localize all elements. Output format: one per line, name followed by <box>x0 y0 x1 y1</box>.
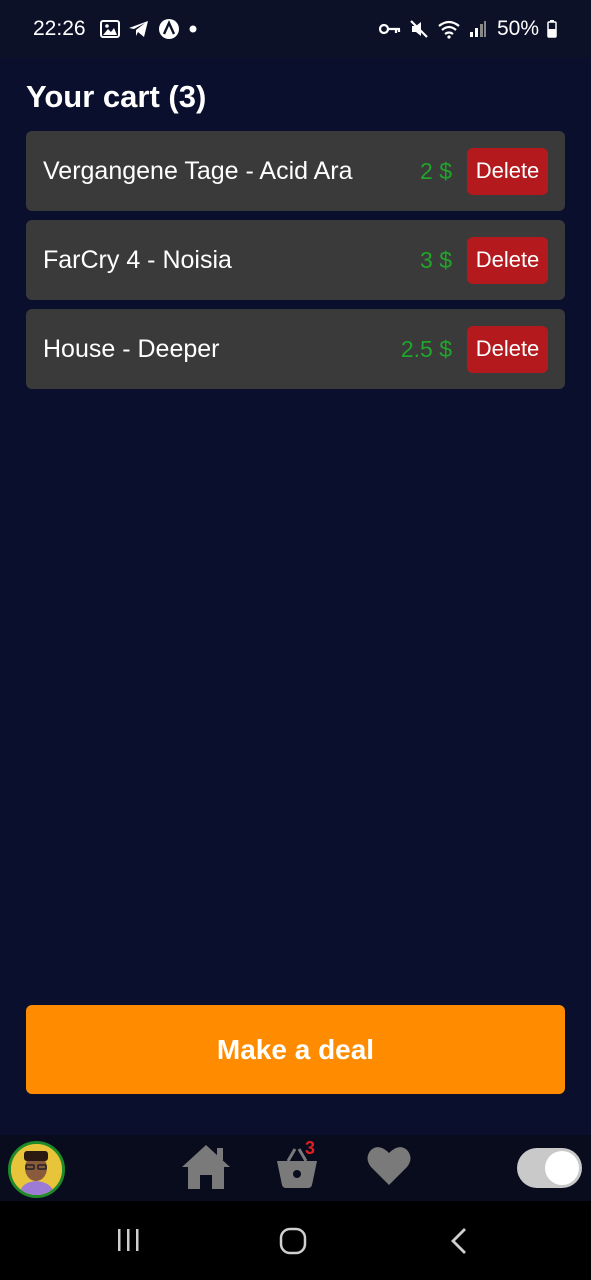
battery-percent: 50% <box>496 17 539 40</box>
app-a-icon <box>158 18 180 40</box>
back-icon[interactable] <box>449 1227 469 1260</box>
item-price: 2.5 $ <box>400 335 452 362</box>
home-icon[interactable] <box>180 1143 232 1196</box>
status-left: 22:26 <box>33 17 198 41</box>
battery-icon <box>547 20 557 38</box>
bottom-nav: 3 <box>0 1135 591 1201</box>
avatar[interactable] <box>8 1141 65 1198</box>
item-name: House - Deeper <box>43 334 220 363</box>
system-nav-bar <box>0 1201 591 1280</box>
toggle-knob <box>545 1151 579 1185</box>
item-name: FarCry 4 - Noisia <box>43 245 232 274</box>
status-time: 22:26 <box>33 17 86 40</box>
page-title: Your cart (3) <box>26 79 207 114</box>
item-price: 3 $ <box>420 246 452 273</box>
cart-page: Your cart (3) Vergangene Tage - Acid Ara… <box>26 58 565 389</box>
cart-badge: 3 <box>305 1138 316 1158</box>
item-price: 2 $ <box>420 157 452 184</box>
gallery-icon <box>99 19 120 39</box>
signal-icon <box>469 20 487 38</box>
cart-item: FarCry 4 - Noisia 3 $ Delete <box>26 220 565 300</box>
theme-toggle[interactable] <box>517 1148 582 1188</box>
cart-list: Vergangene Tage - Acid Ara 2 $ Delete Fa… <box>26 131 565 389</box>
vpn-key-icon <box>378 22 401 36</box>
wifi-icon <box>437 19 461 39</box>
telegram-icon <box>128 19 150 39</box>
recents-icon[interactable] <box>115 1227 141 1258</box>
delete-button[interactable]: Delete <box>467 236 548 284</box>
system-home-icon[interactable] <box>279 1227 307 1260</box>
delete-button[interactable]: Delete <box>467 147 548 195</box>
dot-icon <box>188 24 198 34</box>
status-right: 50% <box>378 17 557 41</box>
item-name: Vergangene Tage - Acid Ara <box>43 156 353 185</box>
delete-button[interactable]: Delete <box>467 325 548 373</box>
make-deal-button[interactable]: Make a deal <box>26 1005 565 1094</box>
mute-icon <box>409 19 429 39</box>
cart-item: Vergangene Tage - Acid Ara 2 $ Delete <box>26 131 565 211</box>
heart-icon[interactable] <box>366 1143 412 1192</box>
status-bar: 22:26 50% <box>0 0 591 58</box>
cart-item: House - Deeper 2.5 $ Delete <box>26 309 565 389</box>
avatar-image <box>11 1144 62 1195</box>
